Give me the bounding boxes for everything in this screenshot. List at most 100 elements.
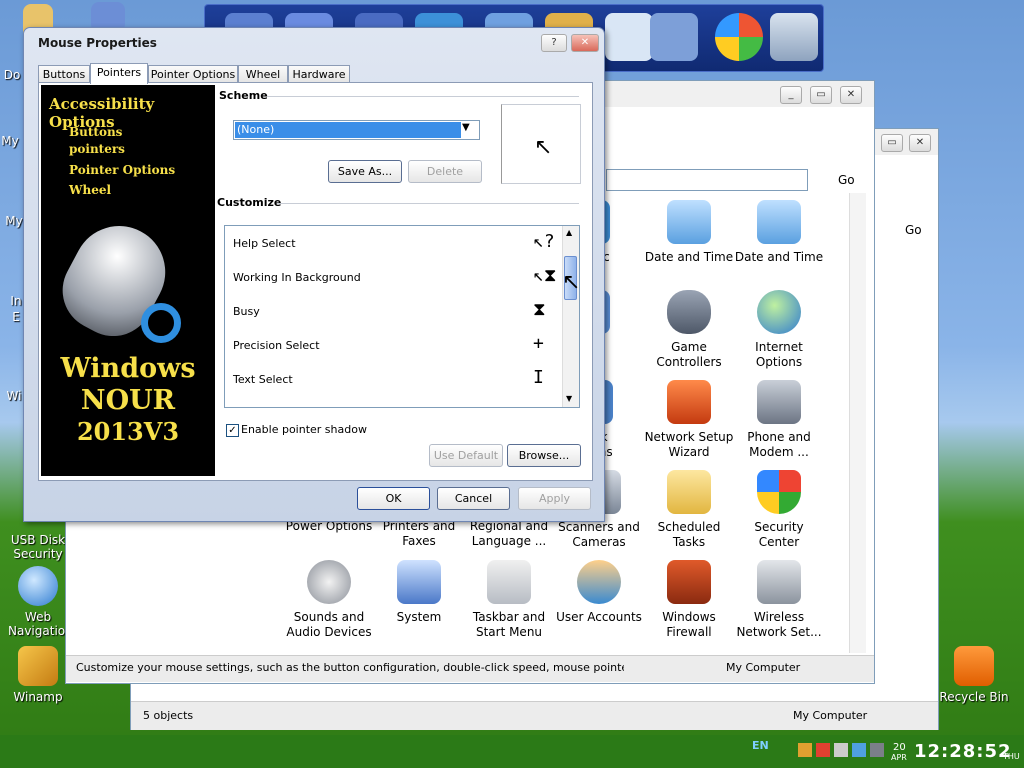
pointer-row-precision-select[interactable]: Precision Select + (233, 329, 553, 363)
pointer-row-working-background[interactable]: Working In Background ↖⧗ (233, 261, 556, 295)
clock-time[interactable]: 12:28:52 (914, 741, 1012, 762)
banner-link-buttons[interactable]: Buttons (69, 125, 122, 139)
taskbar-icon (487, 560, 531, 604)
cancel-button[interactable]: Cancel (437, 487, 510, 510)
close-button[interactable]: ✕ (571, 34, 599, 52)
help-button[interactable]: ? (541, 34, 567, 52)
windows-orb-icon[interactable] (715, 13, 763, 61)
mouse-ring-icon (141, 303, 181, 343)
tab-hardware[interactable]: Hardware (288, 65, 350, 83)
shadow-checkbox[interactable]: ✓ (226, 424, 239, 437)
cp-item-date-time[interactable]: Date and Time (644, 200, 734, 265)
cp-close-button[interactable]: ✕ (840, 86, 862, 104)
apply-button[interactable]: Apply (518, 487, 591, 510)
scroll-down-icon[interactable]: ▼ (566, 394, 572, 403)
tray-icon-2[interactable] (816, 743, 830, 757)
cp-status-text: Customize your mouse settings, such as t… (76, 661, 624, 674)
cp-item-wireless-network[interactable]: Wireless Network Set... (734, 560, 824, 640)
pointer-row-busy[interactable]: Busy ⧗ (233, 295, 553, 329)
notepad-icon[interactable] (605, 13, 653, 61)
cp-item-system[interactable]: System (374, 560, 464, 625)
scheme-label: Scheme (219, 89, 268, 102)
winamp-icon (18, 646, 58, 686)
mouse-properties-dialog: Mouse Properties ? ✕ Buttons Pointers Po… (23, 27, 605, 522)
save-as-button[interactable]: Save As... (328, 160, 402, 183)
cp-item-sounds-audio[interactable]: Sounds and Audio Devices (284, 560, 374, 640)
cp-address-bar[interactable] (606, 169, 808, 191)
cp-item-windows-firewall[interactable]: Windows Firewall (644, 560, 734, 640)
dock-item-8[interactable] (650, 13, 698, 61)
banner-link-pointer-options[interactable]: Pointer Options (69, 163, 175, 177)
tray-icon-1[interactable] (798, 743, 812, 757)
tray-icon-5[interactable] (870, 743, 884, 757)
cp-item-scheduled-tasks[interactable]: Scheduled Tasks (644, 470, 734, 550)
back-close-button[interactable]: ✕ (909, 134, 931, 152)
trash-icon[interactable] (770, 13, 818, 61)
use-default-button[interactable]: Use Default (429, 444, 503, 467)
desktop-icon-recycle-bin[interactable]: Recycle Bin (936, 646, 1012, 704)
delete-button[interactable]: Delete (408, 160, 482, 183)
phone-icon (757, 380, 801, 424)
tray-icon-4[interactable] (852, 743, 866, 757)
cp-item-internet-options[interactable]: Internet Options (734, 290, 824, 370)
cp-item-game-controllers[interactable]: Game Controllers (644, 290, 734, 370)
pointer-row-label: Precision Select (233, 339, 320, 352)
pointers-panel: Accessibility Options Buttons pointers P… (38, 82, 593, 481)
scheme-divider (267, 96, 579, 97)
winamp-label: Winamp (13, 690, 63, 704)
pointer-list-scrollbar[interactable]: ▲ ▼ (562, 226, 579, 407)
language-indicator[interactable]: EN (752, 739, 769, 752)
tab-pointers[interactable]: Pointers (90, 63, 148, 84)
computer-check-icon (397, 560, 441, 604)
pointer-preview: ↖ (501, 104, 581, 184)
browse-button[interactable]: Browse... (507, 444, 581, 467)
recycle-bin-icon (954, 646, 994, 686)
back-go-label[interactable]: Go (905, 223, 922, 237)
ok-button[interactable]: OK (357, 487, 430, 510)
cp-item-date-time-2[interactable]: Date and Time (734, 200, 824, 265)
pointer-row-text-select[interactable]: Text Select I (233, 363, 553, 397)
pointer-row-label: Help Select (233, 237, 296, 250)
web-navigation-label: Web Navigation (8, 610, 73, 638)
speaker-icon (307, 560, 351, 604)
cp-item-user-accounts[interactable]: User Accounts (554, 560, 644, 625)
mouse-pointer-icon: ↖ (562, 270, 581, 295)
folder-clock-icon (667, 470, 711, 514)
scroll-up-icon[interactable]: ▲ (566, 228, 572, 237)
date-month: APR (891, 753, 907, 762)
cp-item-security-center[interactable]: Security Center (734, 470, 824, 550)
calendar-clock-icon (667, 200, 711, 244)
globe-icon (18, 566, 58, 606)
cp-item-printers-faxes[interactable]: Printers and Faxes (374, 519, 464, 549)
pointer-list[interactable]: Help Select ↖? Working In Background ↖⧗ … (224, 225, 580, 408)
gamepad-icon (667, 290, 711, 334)
cp-item-network-setup-wizard[interactable]: Network Setup Wizard (644, 380, 734, 460)
banner-link-wheel[interactable]: Wheel (69, 183, 111, 197)
tab-buttons[interactable]: Buttons (38, 65, 90, 83)
usb-disk-security-label: USB Disk Security (10, 533, 66, 561)
cp-item-regional-language[interactable]: Regional and Language ... (464, 519, 554, 549)
cp-go-label[interactable]: Go (838, 173, 855, 187)
banner-link-pointers[interactable]: pointers (69, 142, 125, 156)
tab-wheel[interactable]: Wheel (238, 65, 288, 83)
back-minimize-button[interactable]: ▭ (881, 134, 903, 152)
tray-icon-3[interactable] (834, 743, 848, 757)
weekday: THU (1003, 752, 1020, 761)
back-status-objects: 5 objects (143, 709, 194, 722)
scheme-value: (None) (235, 122, 461, 138)
pointer-row-help-select[interactable]: Help Select ↖? (233, 227, 555, 261)
chevron-down-icon[interactable]: ▼ (462, 122, 470, 133)
tab-pointer-options[interactable]: Pointer Options (148, 65, 238, 83)
shadow-label[interactable]: Enable pointer shadow (241, 423, 367, 436)
cp-item-taskbar-start-menu[interactable]: Taskbar and Start Menu (464, 560, 554, 640)
brand-line-2: NOUR (80, 385, 176, 416)
back-status-computer: My Computer (793, 709, 868, 722)
cp-maximize-button[interactable]: ▭ (810, 86, 832, 104)
cp-item-phone-modem[interactable]: Phone and Modem ... (734, 380, 824, 460)
scheme-select[interactable]: (None) ▼ (233, 120, 480, 140)
customize-label: Customize (217, 196, 282, 209)
pointer-row-label: Text Select (233, 373, 293, 386)
cp-minimize-button[interactable]: _ (780, 86, 802, 104)
cp-scrollbar[interactable] (849, 193, 866, 653)
calendar-clock-icon (757, 200, 801, 244)
